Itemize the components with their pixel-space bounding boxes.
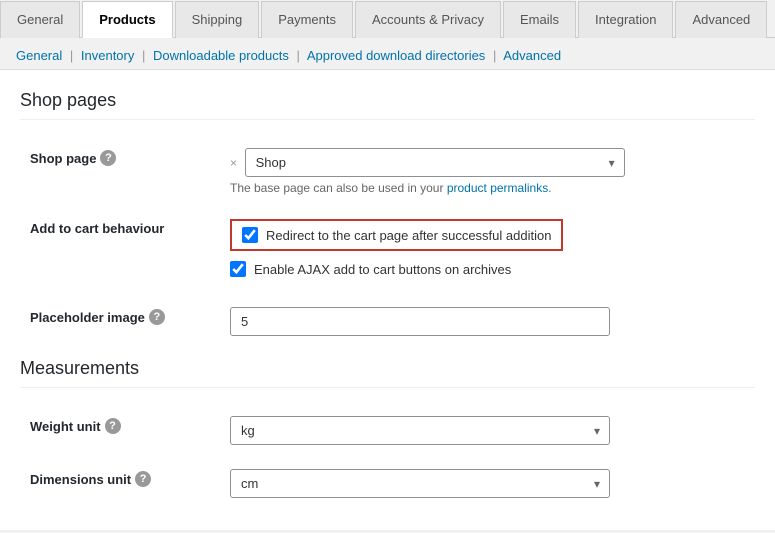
placeholder-image-input[interactable] — [230, 307, 610, 336]
shop-page-select[interactable]: Shop Cart Checkout My account — [245, 148, 625, 177]
shop-page-help-icon[interactable]: ? — [100, 150, 116, 166]
weight-unit-help-icon[interactable]: ? — [105, 418, 121, 434]
tab-accounts-privacy[interactable]: Accounts & Privacy — [355, 1, 501, 38]
dimensions-unit-select[interactable]: cm m mm in yd — [230, 469, 610, 498]
dimensions-unit-label-cell: Dimensions unit ? — [20, 457, 220, 510]
settings-table: Shop page ? × Shop Cart Checkout My acco… — [20, 136, 755, 348]
dimensions-unit-row: Dimensions unit ? cm m mm in yd ▾ — [20, 457, 755, 510]
content-area: Shop pages Shop page ? × Shop Cart — [0, 69, 775, 530]
placeholder-image-label: Placeholder image — [30, 310, 145, 325]
breadcrumb-advanced[interactable]: Advanced — [503, 48, 561, 63]
breadcrumb-downloadable[interactable]: Downloadable products — [153, 48, 289, 63]
dimensions-unit-label: Dimensions unit — [30, 472, 131, 487]
tab-shipping[interactable]: Shipping — [175, 1, 260, 38]
add-to-cart-field-cell: Redirect to the cart page after successf… — [220, 207, 755, 295]
weight-unit-select[interactable]: kg g lbs oz — [230, 416, 610, 445]
weight-unit-select-wrapper: kg g lbs oz ▾ — [230, 416, 610, 445]
tab-emails[interactable]: Emails — [503, 1, 576, 38]
sep3: | — [297, 48, 300, 63]
sep4: | — [493, 48, 496, 63]
tabs-bar: General Products Shipping Payments Accou… — [0, 0, 775, 38]
shop-pages-title: Shop pages — [20, 90, 755, 120]
weight-unit-label: Weight unit — [30, 419, 101, 434]
redirect-cart-label[interactable]: Redirect to the cart page after successf… — [266, 228, 551, 243]
weight-unit-field-cell: kg g lbs oz ▾ — [220, 404, 755, 457]
tab-payments[interactable]: Payments — [261, 1, 353, 38]
product-permalinks-link[interactable]: product permalinks — [447, 181, 548, 195]
dimensions-unit-field-cell: cm m mm in yd ▾ — [220, 457, 755, 510]
placeholder-image-row: Placeholder image ? — [20, 295, 755, 348]
measurements-title: Measurements — [20, 358, 755, 388]
placeholder-image-help-icon[interactable]: ? — [149, 309, 165, 325]
shop-page-label-cell: Shop page ? — [20, 136, 220, 207]
tab-advanced[interactable]: Advanced — [675, 1, 767, 38]
ajax-cart-label[interactable]: Enable AJAX add to cart buttons on archi… — [254, 262, 511, 277]
dimensions-unit-help-icon[interactable]: ? — [135, 471, 151, 487]
breadcrumb-general[interactable]: General — [16, 48, 62, 63]
shop-page-field-cell: × Shop Cart Checkout My account ▾ The ba… — [220, 136, 755, 207]
ajax-cart-checkbox[interactable] — [230, 261, 246, 277]
add-to-cart-label: Add to cart behaviour — [30, 221, 164, 236]
breadcrumb-inventory[interactable]: Inventory — [81, 48, 134, 63]
hint-punctuation: . — [548, 181, 551, 195]
shop-page-row: Shop page ? × Shop Cart Checkout My acco… — [20, 136, 755, 207]
ajax-checkbox-row: Enable AJAX add to cart buttons on archi… — [230, 261, 745, 277]
hint-text-before: The base page can also be used in your — [230, 181, 447, 195]
redirect-cart-checkbox[interactable] — [242, 227, 258, 243]
tab-general[interactable]: General — [0, 1, 80, 38]
shop-page-hint: The base page can also be used in your p… — [230, 181, 745, 195]
breadcrumb-approved[interactable]: Approved download directories — [307, 48, 486, 63]
add-to-cart-row: Add to cart behaviour Redirect to the ca… — [20, 207, 755, 295]
weight-unit-row: Weight unit ? kg g lbs oz ▾ — [20, 404, 755, 457]
weight-unit-label-cell: Weight unit ? — [20, 404, 220, 457]
sep2: | — [142, 48, 145, 63]
tab-integration[interactable]: Integration — [578, 1, 673, 38]
shop-page-select-wrapper: × Shop Cart Checkout My account ▾ — [230, 148, 625, 177]
tab-products[interactable]: Products — [82, 1, 172, 38]
shop-page-clear-button[interactable]: × — [230, 156, 237, 170]
sep1: | — [70, 48, 73, 63]
placeholder-image-field-cell — [220, 295, 755, 348]
placeholder-image-label-cell: Placeholder image ? — [20, 295, 220, 348]
shop-page-label: Shop page — [30, 151, 96, 166]
redirect-checkbox-highlight: Redirect to the cart page after successf… — [230, 219, 563, 251]
measurements-table: Weight unit ? kg g lbs oz ▾ — [20, 404, 755, 510]
breadcrumb: General | Inventory | Downloadable produ… — [0, 38, 775, 69]
add-to-cart-label-cell: Add to cart behaviour — [20, 207, 220, 295]
dimensions-unit-select-wrapper: cm m mm in yd ▾ — [230, 469, 610, 498]
